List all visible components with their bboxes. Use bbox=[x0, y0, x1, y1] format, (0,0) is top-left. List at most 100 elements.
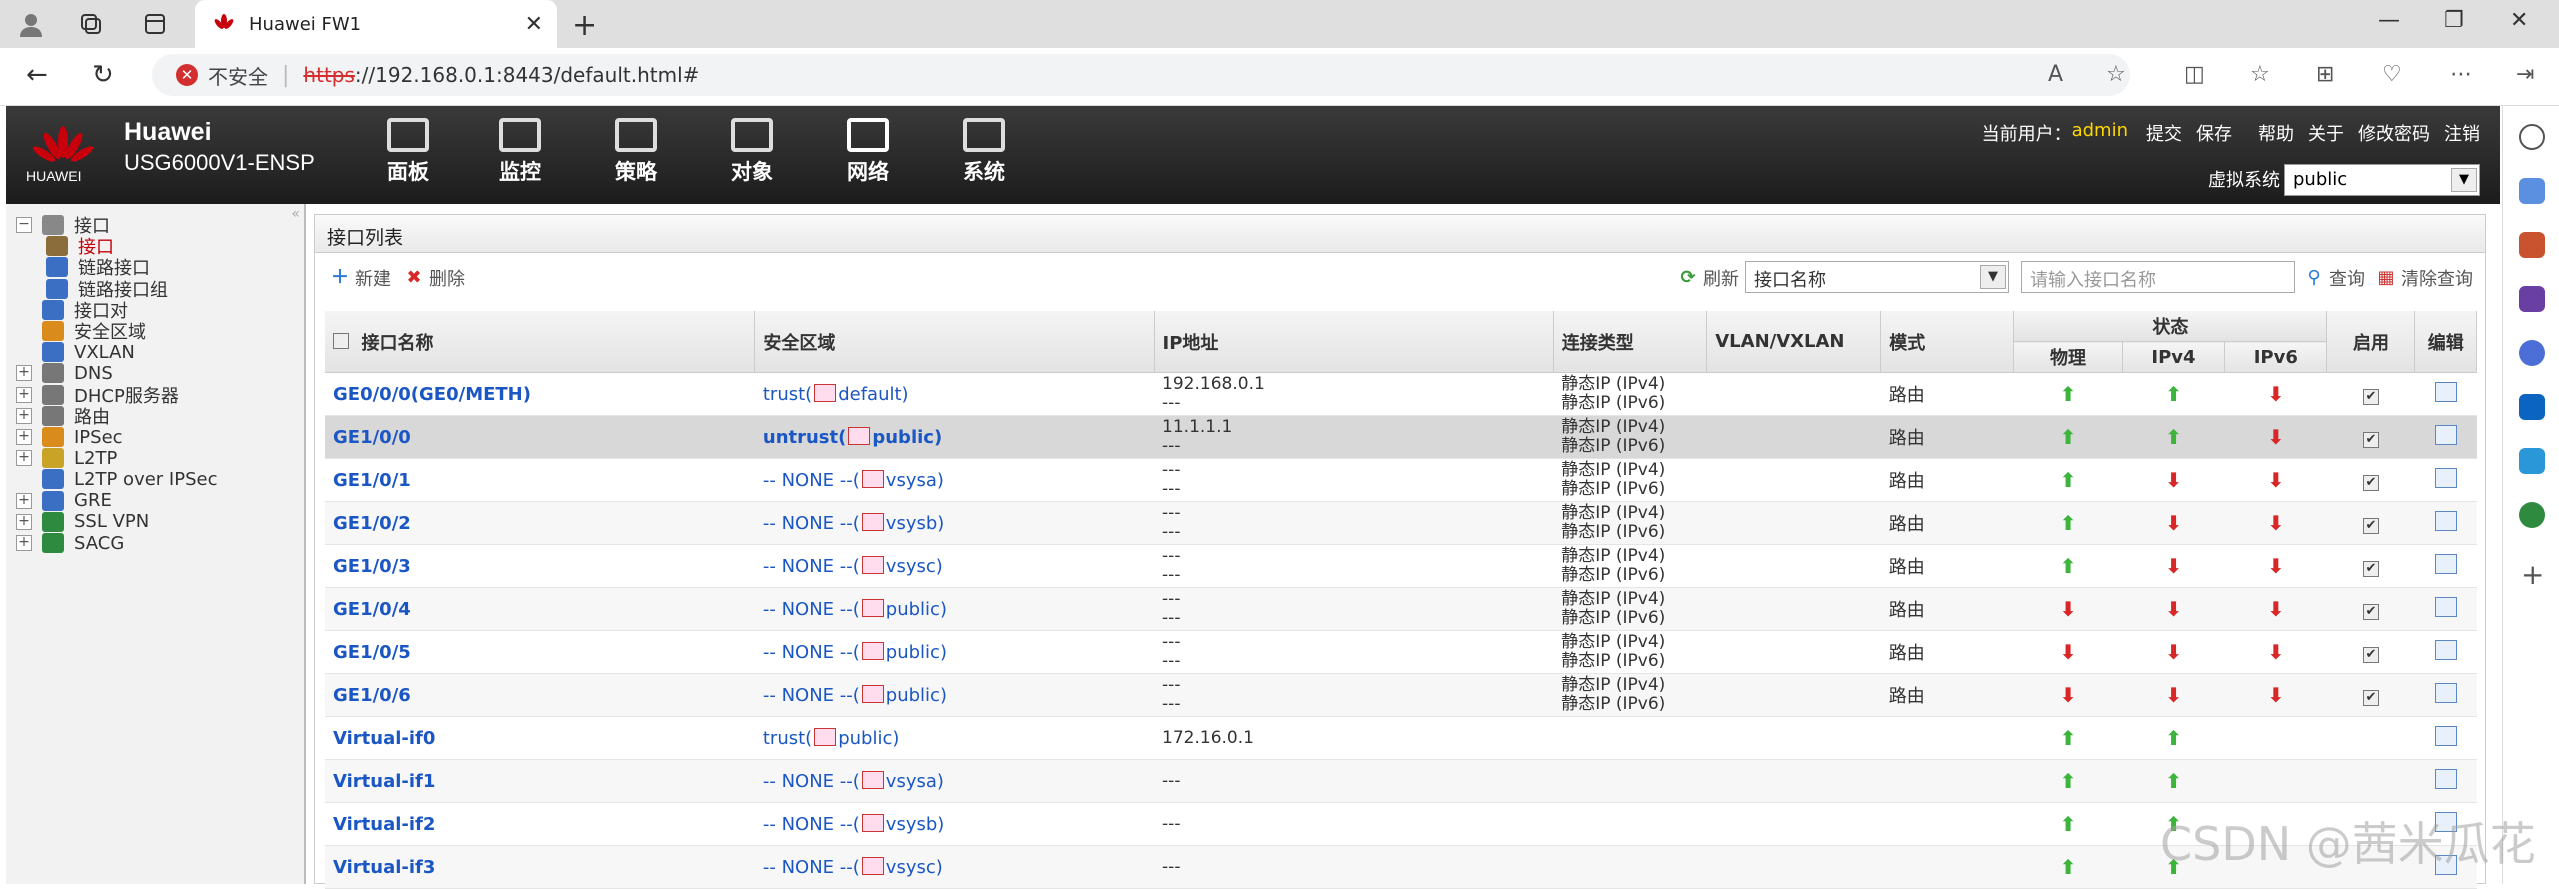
enable-checkbox[interactable]: ✔ bbox=[2362, 517, 2379, 534]
interface-name-link[interactable]: GE1/0/5 bbox=[333, 642, 411, 663]
select-all-checkbox[interactable] bbox=[333, 332, 349, 349]
zone-link[interactable]: trust( bbox=[763, 728, 812, 749]
vsys-select[interactable]: public ▼ bbox=[2284, 164, 2480, 196]
interface-name-link[interactable]: GE1/0/1 bbox=[333, 470, 411, 491]
collapse-sidebar-icon[interactable]: « bbox=[291, 206, 300, 222]
interface-name-link[interactable]: Virtual-if0 bbox=[333, 728, 435, 749]
zone-link[interactable]: -- NONE --( bbox=[763, 513, 860, 534]
delete-button[interactable]: ✖ 删除 bbox=[405, 265, 465, 291]
edit-icon[interactable] bbox=[2434, 596, 2457, 617]
logout-link[interactable]: 注销 bbox=[2444, 120, 2480, 146]
interface-name-link[interactable]: GE1/0/6 bbox=[333, 685, 411, 706]
close-tab-icon[interactable]: ✕ bbox=[525, 12, 543, 37]
zone-link[interactable]: -- NONE --( bbox=[763, 642, 860, 663]
outlook-icon[interactable] bbox=[2519, 394, 2545, 420]
about-link[interactable]: 关于 bbox=[2308, 120, 2344, 146]
nav-monitor[interactable]: 监控 bbox=[480, 118, 560, 186]
copilot-icon[interactable] bbox=[2519, 340, 2545, 366]
profile-icon[interactable] bbox=[16, 9, 46, 39]
zone-link[interactable]: untrust( bbox=[763, 427, 846, 448]
send-icon[interactable] bbox=[2519, 448, 2545, 474]
interface-name-link[interactable]: Virtual-if2 bbox=[333, 814, 435, 835]
url-field[interactable]: ✕ 不安全 | https://192.168.0.1:8443/default… bbox=[152, 54, 2130, 96]
table-row[interactable]: GE1/0/1 -- NONE --(vsysa) --- --- 静态IP (IPv4… bbox=[325, 458, 2477, 502]
enable-checkbox[interactable]: ✔ bbox=[2362, 431, 2379, 448]
browser-essentials-icon[interactable]: ♡ bbox=[2382, 62, 2402, 87]
sidebar-item[interactable]: + SACG bbox=[16, 528, 124, 558]
nav-dashboard[interactable]: 面板 bbox=[368, 118, 448, 186]
change-password-link[interactable]: 修改密码 bbox=[2358, 120, 2430, 146]
zone-link[interactable]: -- NONE --( bbox=[763, 857, 860, 878]
more-menu-icon[interactable]: ⋯ bbox=[2450, 62, 2472, 87]
table-row[interactable]: Virtual-if1 -- NONE --(vsysa) --- ⬆ ⬆ bbox=[325, 759, 2477, 803]
browser-tab[interactable]: Huawei FW1 ✕ bbox=[195, 0, 557, 48]
table-row[interactable]: Virtual-if2 -- NONE --(vsysb) --- ⬆ ⬆ bbox=[325, 802, 2477, 846]
interface-name-link[interactable]: Virtual-if3 bbox=[333, 857, 435, 878]
restore-icon[interactable]: ❐ bbox=[2444, 8, 2464, 33]
table-row[interactable]: Virtual-if0 trust(public) 172.16.0.1 ⬆ ⬆ bbox=[325, 716, 2477, 760]
read-aloud-icon[interactable]: A bbox=[2048, 62, 2063, 87]
collapse-icon[interactable]: − bbox=[16, 217, 32, 233]
add-sidebar-app-icon[interactable]: + bbox=[2521, 558, 2547, 591]
table-row[interactable]: GE1/0/3 -- NONE --(vsysc) --- --- 静态IP (IPv4… bbox=[325, 544, 2477, 588]
enable-checkbox[interactable]: ✔ bbox=[2362, 646, 2379, 663]
interface-name-link[interactable]: GE0/0/0(GE0/METH) bbox=[333, 384, 531, 405]
edit-icon[interactable] bbox=[2434, 768, 2457, 789]
help-link[interactable]: 帮助 bbox=[2258, 120, 2294, 146]
table-row[interactable]: Virtual-if3 -- NONE --(vsysc) --- ⬆ ⬆ bbox=[325, 845, 2477, 889]
vertical-tabs-icon[interactable] bbox=[140, 9, 170, 39]
tools-icon[interactable] bbox=[2519, 232, 2545, 258]
new-tab-icon[interactable]: + bbox=[572, 8, 597, 43]
query-button[interactable]: ⚲ 查询 bbox=[2305, 265, 2365, 291]
table-row[interactable]: GE1/0/2 -- NONE --(vsysb) --- --- 静态IP (IPv4… bbox=[325, 501, 2477, 545]
interface-name-link[interactable]: GE1/0/2 bbox=[333, 513, 411, 534]
clear-query-button[interactable]: ▦ 清除查询 bbox=[2377, 265, 2473, 291]
search-icon[interactable] bbox=[2519, 124, 2545, 150]
nav-object[interactable]: 对象 bbox=[712, 118, 792, 186]
sidebar-toggle-icon[interactable]: ⇥ bbox=[2516, 62, 2534, 87]
zone-link[interactable]: -- NONE --( bbox=[763, 814, 860, 835]
tree-icon[interactable] bbox=[2519, 502, 2545, 528]
table-row[interactable]: GE1/0/0 untrust(public) 11.1.1.1 --- 静态IP (I… bbox=[325, 415, 2477, 459]
table-row[interactable]: GE0/0/0(GE0/METH) trust(default) 192.168.0… bbox=[325, 372, 2477, 416]
interface-name-link[interactable]: GE1/0/3 bbox=[333, 556, 411, 577]
zone-link[interactable]: -- NONE --( bbox=[763, 685, 860, 706]
enable-checkbox[interactable]: ✔ bbox=[2362, 560, 2379, 577]
expand-icon[interactable]: + bbox=[16, 535, 32, 551]
workspaces-icon[interactable] bbox=[76, 9, 106, 39]
edit-icon[interactable] bbox=[2434, 424, 2457, 445]
enable-checkbox[interactable]: ✔ bbox=[2362, 474, 2379, 491]
minimize-icon[interactable]: — bbox=[2378, 8, 2400, 33]
table-row[interactable]: GE1/0/5 -- NONE --(public) --- --- 静态IP (IPv… bbox=[325, 630, 2477, 674]
close-window-icon[interactable]: ✕ bbox=[2510, 8, 2528, 33]
split-screen-icon[interactable]: ◫ bbox=[2184, 62, 2205, 87]
edit-icon[interactable] bbox=[2434, 381, 2457, 402]
filter-field-select[interactable]: 接口名称 ▼ bbox=[1745, 261, 2009, 293]
zone-link[interactable]: -- NONE --( bbox=[763, 556, 860, 577]
favorites-icon[interactable]: ☆ bbox=[2250, 62, 2270, 87]
zone-link[interactable]: -- NONE --( bbox=[763, 470, 860, 491]
nav-network[interactable]: 网络 bbox=[828, 118, 908, 186]
edit-icon[interactable] bbox=[2434, 725, 2457, 746]
edit-icon[interactable] bbox=[2434, 467, 2457, 488]
refresh-button[interactable]: ⟳ 刷新 bbox=[1679, 265, 1739, 291]
collections-icon[interactable]: ⊞ bbox=[2316, 62, 2334, 87]
zone-link[interactable]: -- NONE --( bbox=[763, 771, 860, 792]
table-row[interactable]: GE1/0/6 -- NONE --(public) --- --- 静态IP (IPv… bbox=[325, 673, 2477, 717]
favorite-star-icon[interactable]: ☆ bbox=[2106, 62, 2126, 87]
nav-policy[interactable]: 策略 bbox=[596, 118, 676, 186]
edit-icon[interactable] bbox=[2434, 682, 2457, 703]
tag-icon[interactable] bbox=[2519, 178, 2545, 204]
nav-system[interactable]: 系统 bbox=[944, 118, 1024, 186]
enable-checkbox[interactable]: ✔ bbox=[2362, 689, 2379, 706]
enable-checkbox[interactable]: ✔ bbox=[2362, 603, 2379, 620]
zone-link[interactable]: trust( bbox=[763, 384, 812, 405]
enable-checkbox[interactable]: ✔ bbox=[2362, 388, 2379, 405]
interface-name-link[interactable]: GE1/0/4 bbox=[333, 599, 411, 620]
back-icon[interactable]: ← bbox=[26, 60, 48, 90]
edit-icon[interactable] bbox=[2434, 553, 2457, 574]
interface-name-link[interactable]: Virtual-if1 bbox=[333, 771, 435, 792]
table-row[interactable]: GE1/0/4 -- NONE --(public) --- --- 静态IP (IPv… bbox=[325, 587, 2477, 631]
reload-icon[interactable]: ↻ bbox=[92, 60, 114, 90]
commit-link[interactable]: 提交 bbox=[2146, 120, 2182, 146]
